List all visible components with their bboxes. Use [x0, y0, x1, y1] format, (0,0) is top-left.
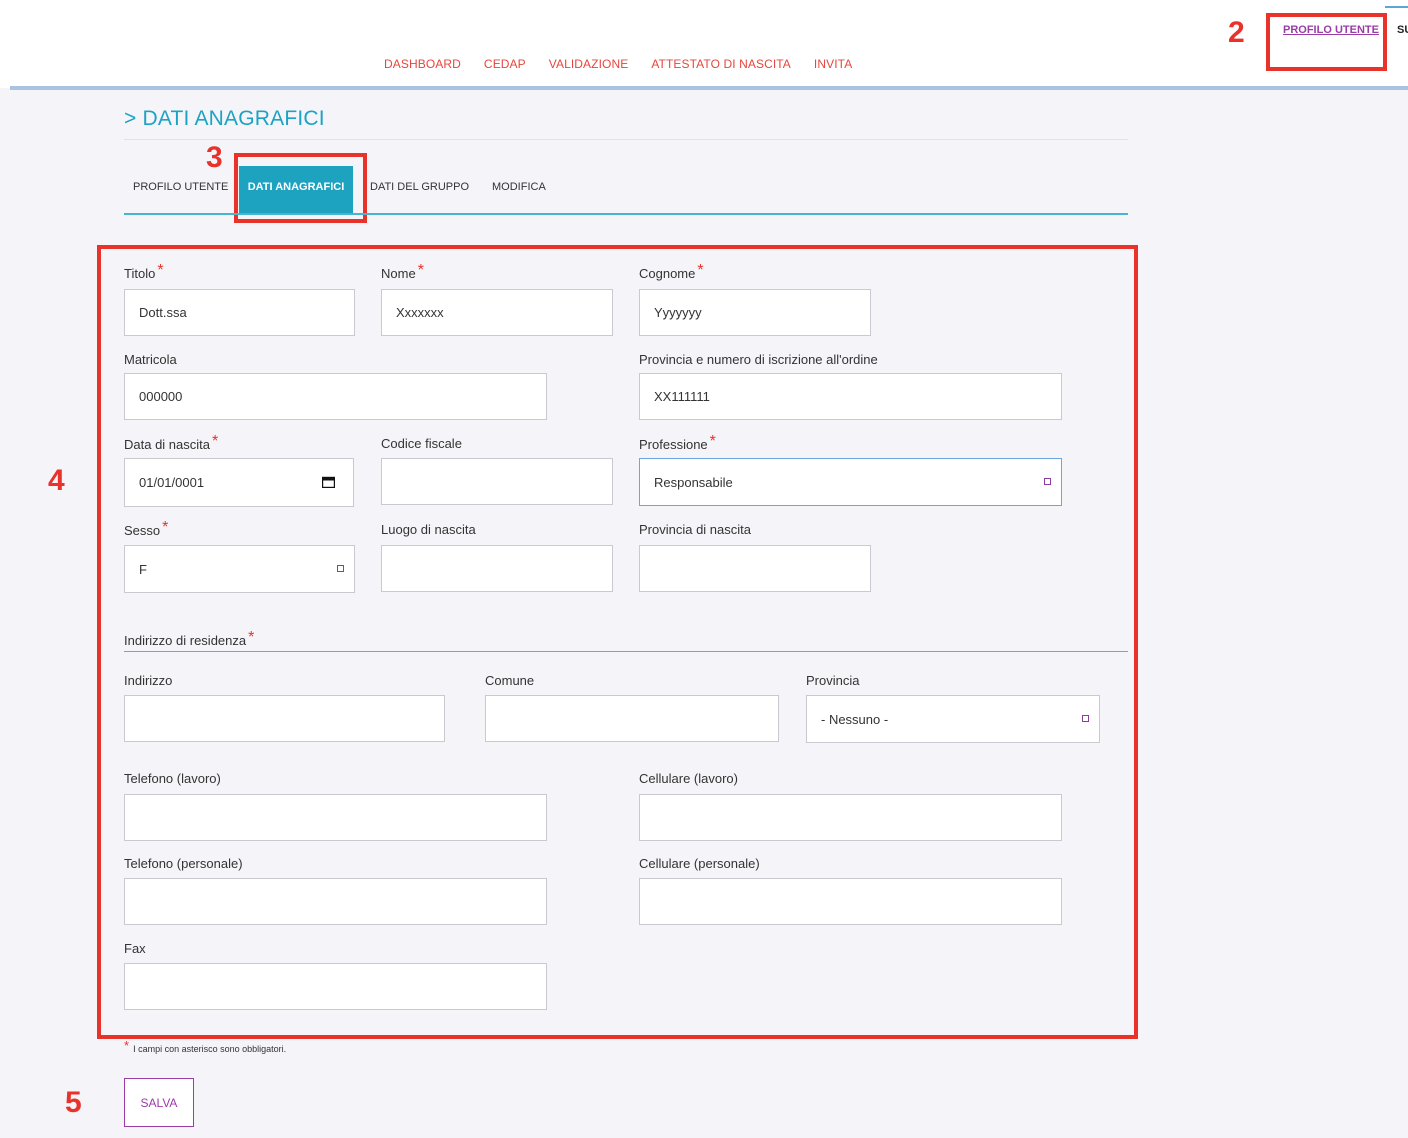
indirizzo-label: Indirizzo [124, 673, 173, 688]
nav-cedap[interactable]: CEDAP [484, 57, 526, 71]
codice-fiscale-label: Codice fiscale [381, 436, 462, 451]
tab-modifica[interactable]: MODIFICA [492, 166, 546, 213]
provincia-select[interactable]: - Nessuno - [806, 695, 1100, 743]
dropdown-icon [337, 565, 344, 572]
main-nav: DASHBOARD CEDAP VALIDAZIONE ATTESTATO DI… [384, 57, 875, 71]
top-bar-divider [10, 86, 1408, 90]
required-footnote: * I campi con asterisco sono obbligatori. [124, 1038, 287, 1054]
professione-label: Professione * [639, 433, 716, 452]
page-title: > DATI ANAGRAFICI [124, 107, 325, 130]
top-bar [0, 0, 1408, 88]
nome-field[interactable]: Xxxxxxx [381, 289, 613, 336]
titolo-label: Titolo * [124, 262, 164, 281]
dropdown-icon [1082, 715, 1089, 722]
tel-personale-label: Telefono (personale) [124, 856, 243, 871]
tabs-divider [124, 213, 1128, 215]
annotation-5: 5 [65, 1086, 82, 1119]
cognome-label: Cognome * [639, 262, 704, 281]
indirizzo-field[interactable] [124, 695, 445, 742]
calendar-icon[interactable] [322, 476, 335, 488]
professione-select[interactable]: Responsabile [639, 458, 1062, 506]
comune-label: Comune [485, 673, 535, 688]
annotation-2: 2 [1228, 16, 1245, 49]
fax-label: Fax [124, 941, 146, 956]
tab-dati-del-gruppo[interactable]: DATI DEL GRUPPO [370, 166, 469, 213]
tel-lavoro-field[interactable] [124, 794, 547, 841]
iscrizione-label: Provincia e numero di iscrizione all'ord… [639, 352, 878, 367]
tel-personale-field[interactable] [124, 878, 547, 925]
tel-lavoro-label: Telefono (lavoro) [124, 771, 221, 786]
provincia-label: Provincia [806, 673, 860, 688]
luogo-nascita-label: Luogo di nascita [381, 522, 476, 537]
codice-fiscale-field[interactable] [381, 458, 613, 505]
provincia-nascita-field[interactable] [639, 545, 871, 592]
residenza-divider [124, 651, 1128, 652]
annotation-box-2 [1266, 13, 1387, 71]
cell-lavoro-label: Cellulare (lavoro) [639, 771, 738, 786]
tab-profilo-utente[interactable]: PROFILO UTENTE [133, 166, 228, 213]
nav-attestato-di-nascita[interactable]: ATTESTATO DI NASCITA [651, 57, 791, 71]
iscrizione-field[interactable]: XX111111 [639, 373, 1062, 420]
nav-dashboard[interactable]: DASHBOARD [384, 57, 461, 71]
provincia-nascita-label: Provincia di nascita [639, 522, 751, 537]
title-divider [124, 139, 1128, 140]
nome-label: Nome * [381, 262, 424, 281]
annotation-4: 4 [48, 464, 65, 497]
truncated-link[interactable]: SU [1397, 24, 1408, 36]
nav-invita[interactable]: INVITA [814, 57, 852, 71]
data-nascita-field[interactable]: 01/01/0001 [124, 458, 354, 507]
comune-field[interactable] [485, 695, 779, 742]
dropdown-icon [1044, 478, 1051, 485]
fax-field[interactable] [124, 963, 547, 1010]
sesso-label: Sesso * [124, 519, 169, 538]
data-nascita-label: Data di nascita * [124, 433, 219, 452]
cell-lavoro-field[interactable] [639, 794, 1062, 841]
matricola-label: Matricola [124, 352, 177, 367]
cell-personale-label: Cellulare (personale) [639, 856, 760, 871]
cell-personale-field[interactable] [639, 878, 1062, 925]
luogo-nascita-field[interactable] [381, 545, 613, 592]
sesso-select[interactable]: F [124, 545, 355, 593]
top-right-accent [1385, 6, 1408, 8]
cognome-field[interactable]: Yyyyyyy [639, 289, 871, 336]
nav-validazione[interactable]: VALIDAZIONE [549, 57, 629, 71]
residenza-section-label: Indirizzo di residenza * [124, 629, 255, 648]
save-button[interactable]: SALVA [124, 1078, 194, 1127]
matricola-field[interactable]: 000000 [124, 373, 547, 420]
titolo-field[interactable]: Dott.ssa [124, 289, 355, 336]
